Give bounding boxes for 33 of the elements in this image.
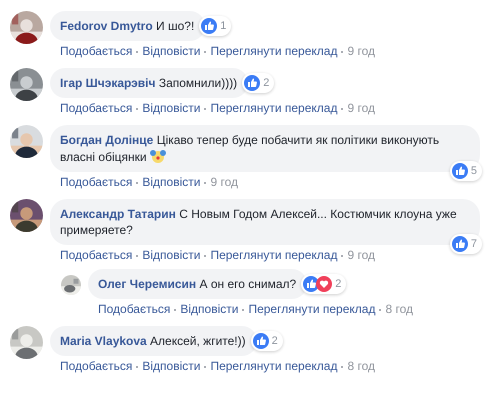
action-link[interactable]: Подобається bbox=[98, 302, 170, 317]
thumbs-up-icon bbox=[201, 18, 218, 34]
author-link[interactable]: Fedorov Dmytro bbox=[60, 19, 153, 33]
thumbs-up-icon bbox=[244, 75, 260, 91]
action-link[interactable]: Подобається bbox=[60, 175, 132, 190]
thumbs-up-icon bbox=[252, 333, 269, 349]
comment-text: Maria Vlaykova Алексей, жгите!)) bbox=[60, 333, 246, 349]
author-link[interactable]: Maria Vlaykova bbox=[60, 334, 147, 348]
action-link[interactable]: Відповісти bbox=[142, 248, 200, 263]
action-link[interactable]: Подобається bbox=[60, 248, 132, 263]
author-link[interactable]: Ігар Шчэкарэвіч bbox=[60, 76, 156, 90]
action-link[interactable]: Переглянути переклад bbox=[210, 101, 338, 116]
action-link[interactable]: Відповісти bbox=[142, 101, 200, 116]
author-link[interactable]: Олег Черемисин bbox=[98, 277, 196, 291]
action-link[interactable]: Відповісти bbox=[142, 175, 200, 190]
comment-text: Fedorov Dmytro И шо?! bbox=[60, 18, 194, 34]
action-link[interactable]: Переглянути переклад bbox=[210, 44, 338, 59]
action-link[interactable]: Переглянути переклад bbox=[210, 248, 338, 263]
action-link[interactable]: Відповісти bbox=[180, 302, 238, 317]
action-link[interactable]: Подобається bbox=[60, 359, 132, 374]
action-link[interactable]: Переглянути переклад bbox=[248, 302, 376, 317]
comment-text: Ігар Шчэкарэвіч Запомнили)))) bbox=[60, 75, 238, 91]
thumbs-up-icon bbox=[452, 163, 468, 179]
action-link[interactable]: Подобається bbox=[60, 101, 132, 116]
action-link[interactable]: Відповісти bbox=[142, 44, 200, 59]
action-link[interactable]: Переглянути переклад bbox=[210, 359, 338, 374]
action-link[interactable]: Відповісти bbox=[142, 359, 200, 374]
comment-text: Богдан Долінце Цікаво тепер буде побачити як політики виконують власні обіцянки bbox=[60, 132, 440, 165]
author-link[interactable]: Богдан Долінце bbox=[60, 133, 154, 147]
thumbs-up-icon bbox=[452, 236, 468, 252]
comment-text: Олег Черемисин А он его снимал? bbox=[98, 276, 296, 292]
author-link[interactable]: Александр Татарин bbox=[60, 207, 176, 221]
action-link[interactable]: Подобається bbox=[60, 44, 132, 59]
